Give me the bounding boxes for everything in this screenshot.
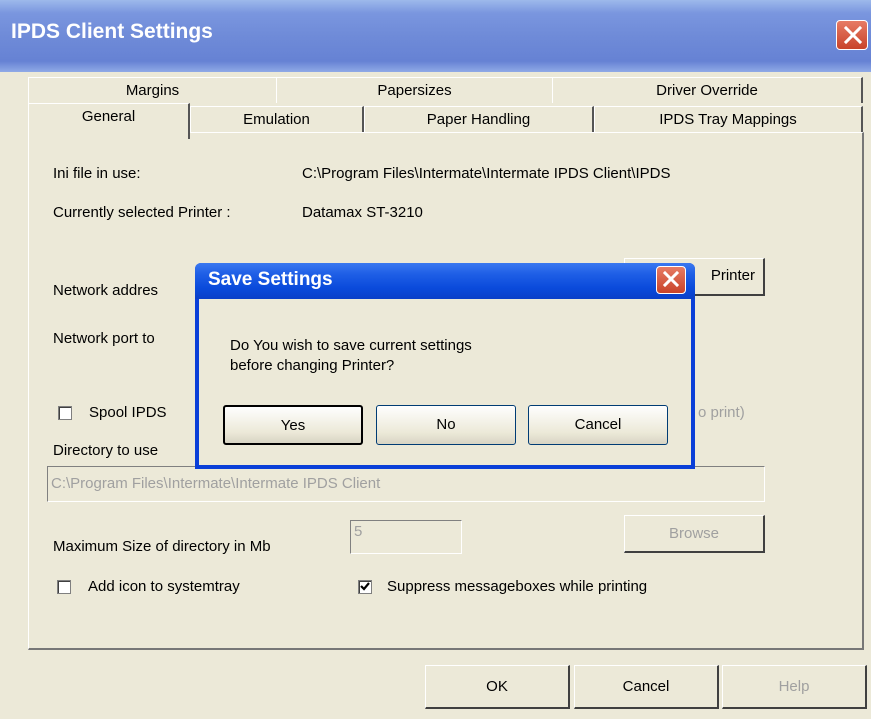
browse-button[interactable]: Browse [624,515,765,553]
tab-label: Papersizes [377,82,452,99]
tab-label: Driver Override [656,82,758,99]
tab-label: IPDS Tray Mappings [659,111,797,128]
help-label: Help [778,678,810,695]
tab-papersizes[interactable]: Papersizes [276,77,554,103]
dialog-close-button[interactable] [656,266,686,294]
yes-button[interactable]: Yes [223,405,363,445]
ok-label: OK [486,678,508,695]
cancel-button[interactable]: Cancel [574,665,719,709]
max-size-input[interactable]: 5 [350,520,462,554]
save-settings-dialog: Save Settings Do You wish to save curren… [195,263,695,469]
browse-label: Browse [668,525,720,542]
window-titlebar: IPDS Client Settings [0,0,871,72]
tab-label: Emulation [243,111,310,128]
tab-label: Paper Handling [426,111,531,128]
tab-driver-override[interactable]: Driver Override [552,77,863,103]
max-size-value: 5 [354,523,363,540]
suppress-checkbox[interactable] [358,580,372,594]
network-address-label: Network addres [53,282,159,299]
close-icon [662,271,680,288]
window-title: IPDS Client Settings [11,20,213,43]
help-button[interactable]: Help [722,665,867,709]
tab-label: General [81,108,136,125]
cancel-label: Cancel [622,678,670,695]
no-button[interactable]: No [376,405,516,445]
tab-emulation[interactable]: Emulation [190,106,364,132]
directory-value: C:\Program Files\Intermate\Intermate IPD… [51,475,381,492]
dialog-titlebar: Save Settings [195,263,695,299]
dialog-message-line2: before changing Printer? [230,357,395,374]
max-size-label: Maximum Size of directory in Mb [53,538,271,555]
selected-printer-value: Datamax ST-3210 [302,204,423,221]
spool-suffix-label: o print) [698,404,745,421]
dialog-cancel-button[interactable]: Cancel [528,405,668,445]
yes-label: Yes [280,417,306,434]
spool-label: Spool IPDS [89,404,167,421]
close-icon [843,26,863,44]
systemtray-label: Add icon to systemtray [88,578,240,595]
tab-margins[interactable]: Margins [28,77,278,103]
ini-file-label: Ini file in use: [53,165,141,182]
suppress-label: Suppress messageboxes while printing [387,578,648,595]
dialog-cancel-label: Cancel [574,416,622,433]
directory-label: Directory to use [53,442,159,459]
ini-file-value: C:\Program Files\Intermate\Intermate IPD… [302,165,671,182]
dialog-message-line1: Do You wish to save current settings [230,337,472,354]
network-port-label: Network port to [53,330,155,347]
tab-paper-handling[interactable]: Paper Handling [364,106,594,132]
systemtray-checkbox[interactable] [57,580,71,594]
tab-label: Margins [125,82,180,99]
window-close-button[interactable] [836,20,868,50]
ok-button[interactable]: OK [425,665,570,709]
change-printer-label: Printer [710,267,755,284]
no-label: No [436,416,456,433]
tab-ipds-tray-mappings[interactable]: IPDS Tray Mappings [594,106,863,132]
dialog-title: Save Settings [208,269,333,290]
spool-checkbox[interactable] [58,406,72,420]
directory-input[interactable]: C:\Program Files\Intermate\Intermate IPD… [47,466,765,502]
tab-general[interactable]: General [28,103,190,139]
dialog-body: Do You wish to save current settings bef… [199,299,691,465]
selected-printer-label: Currently selected Printer : [53,204,231,221]
checkmark-icon [360,582,370,591]
